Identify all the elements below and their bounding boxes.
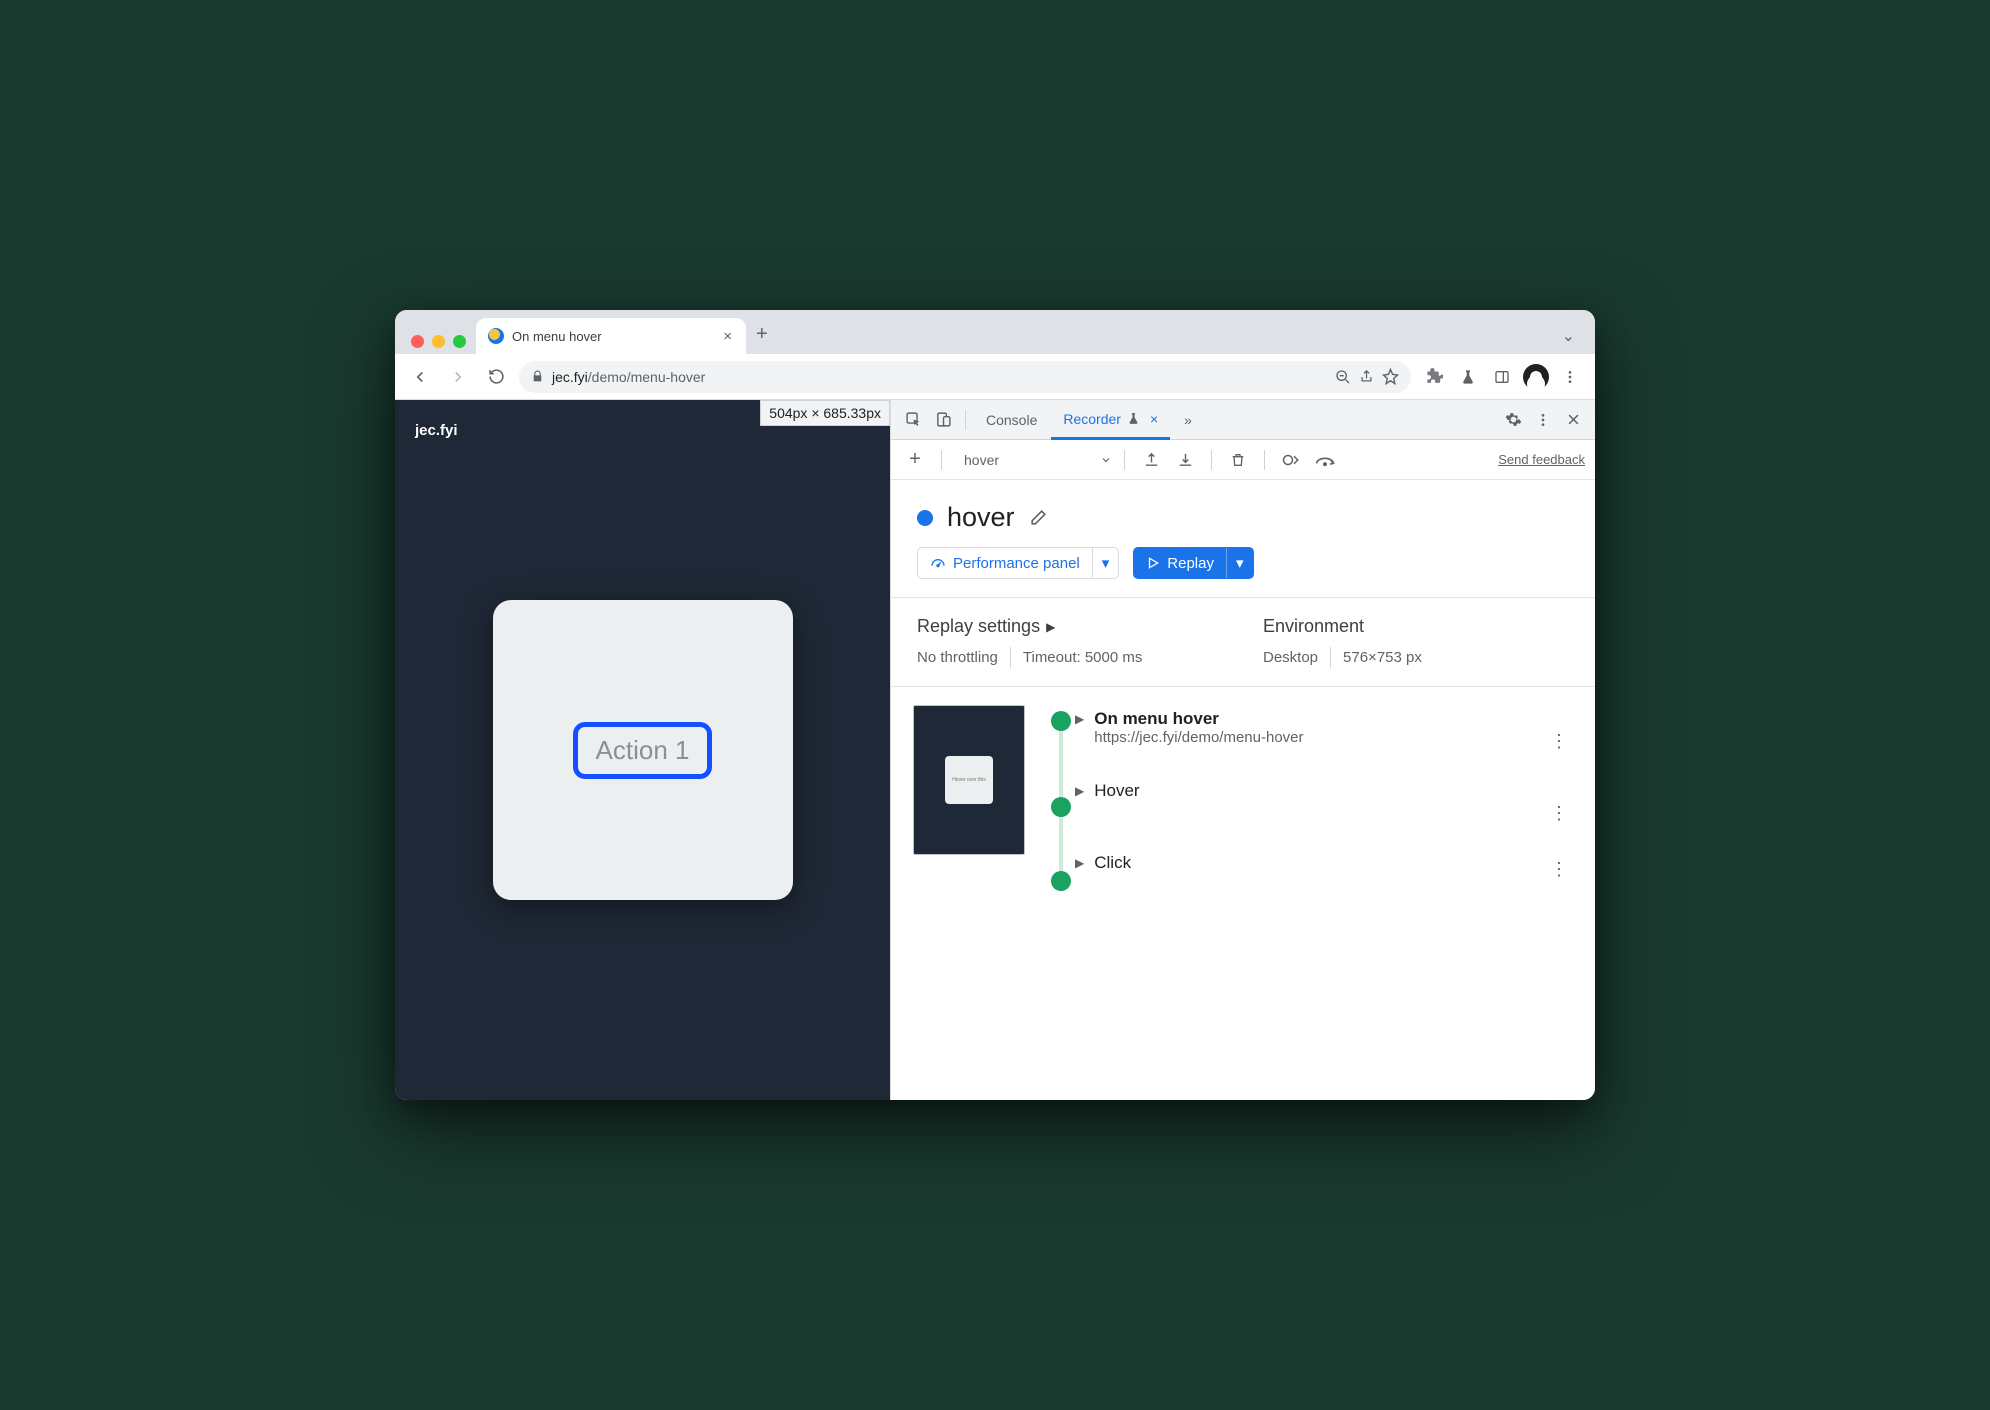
send-feedback-link[interactable]: Send feedback xyxy=(1498,452,1585,467)
close-devtools-icon[interactable] xyxy=(1559,406,1587,434)
caret-right-icon: ▶ xyxy=(1075,784,1084,798)
sidepanel-button[interactable] xyxy=(1487,362,1517,392)
step-menu-button[interactable]: ⋮ xyxy=(1544,803,1573,824)
performance-dropdown[interactable]: ▾ xyxy=(1092,548,1119,578)
settings-icon[interactable] xyxy=(1499,406,1527,434)
step-menu-button[interactable]: ⋮ xyxy=(1544,859,1573,880)
kebab-icon[interactable] xyxy=(1529,406,1557,434)
flask-icon xyxy=(1127,412,1140,425)
step-item[interactable]: ▶ Hover ⋮ xyxy=(1075,777,1573,849)
step-play-icon[interactable] xyxy=(1277,446,1305,474)
browser-window: On menu hover × + ⌄ jec.fyi/demo/menu-ho… xyxy=(395,310,1595,1100)
device-value: Desktop xyxy=(1263,647,1331,668)
browser-tab[interactable]: On menu hover × xyxy=(476,318,746,354)
caret-right-icon: ▶ xyxy=(1046,620,1055,634)
fullscreen-window-button[interactable] xyxy=(453,335,466,348)
timeline-node xyxy=(1051,871,1071,891)
toolbar: jec.fyi/demo/menu-hover xyxy=(395,354,1595,400)
recording-selector[interactable]: hover xyxy=(954,452,1094,468)
inspect-icon[interactable] xyxy=(899,406,927,434)
environment-heading: Environment xyxy=(1263,616,1569,637)
page-viewport: jec.fyi 504px × 685.33px Action 1 xyxy=(395,400,890,1100)
close-tab-button[interactable]: × xyxy=(719,326,736,347)
close-panel-icon[interactable]: × xyxy=(1150,411,1158,427)
devtools-tabs: Console Recorder × » xyxy=(891,400,1595,440)
page-brand: jec.fyi xyxy=(415,422,458,439)
replay-dropdown[interactable]: ▾ xyxy=(1226,548,1253,578)
lock-icon xyxy=(531,370,544,383)
play-icon xyxy=(1146,556,1160,570)
tab-strip: On menu hover × + ⌄ xyxy=(395,310,1595,354)
recorder-body: hover Performance panel ▾ Re xyxy=(891,480,1595,1100)
avatar-icon xyxy=(1523,364,1549,390)
export-icon[interactable] xyxy=(1137,446,1165,474)
recording-title-row: hover xyxy=(891,480,1595,547)
recorder-toolbar: + hover Send feedback xyxy=(891,440,1595,480)
step-item[interactable]: ▶ Click ⋮ xyxy=(1075,849,1573,889)
extensions-button[interactable] xyxy=(1419,362,1449,392)
demo-card: Action 1 xyxy=(493,600,793,900)
chevron-down-icon[interactable] xyxy=(1100,454,1112,466)
status-dot-icon xyxy=(917,510,933,526)
devtools-panel: Console Recorder × » xyxy=(890,400,1595,1100)
tab-title: On menu hover xyxy=(512,329,602,344)
steps-section: Hover over this ▶ On menu hover https://… xyxy=(891,687,1595,907)
profile-button[interactable] xyxy=(1521,362,1551,392)
chrome-menu-button[interactable] xyxy=(1555,362,1585,392)
tab-overflow-button[interactable]: ⌄ xyxy=(1552,322,1585,354)
address-bar[interactable]: jec.fyi/demo/menu-hover xyxy=(519,361,1411,393)
import-icon[interactable] xyxy=(1171,446,1199,474)
minimize-window-button[interactable] xyxy=(432,335,445,348)
add-recording-button[interactable]: + xyxy=(901,446,929,474)
replay-button[interactable]: Replay ▾ xyxy=(1133,547,1253,579)
star-icon[interactable] xyxy=(1382,368,1399,385)
step-over-icon[interactable] xyxy=(1311,446,1339,474)
device-toggle-icon[interactable] xyxy=(929,406,957,434)
caret-right-icon: ▶ xyxy=(1075,712,1084,726)
step-title: Click xyxy=(1094,853,1534,873)
performance-panel-button[interactable]: Performance panel ▾ xyxy=(917,547,1119,579)
step-menu-button[interactable]: ⋮ xyxy=(1544,731,1573,752)
step-title: Hover xyxy=(1094,781,1534,801)
tab-console[interactable]: Console xyxy=(974,400,1049,439)
tab-recorder[interactable]: Recorder × xyxy=(1051,401,1170,440)
throttling-value[interactable]: No throttling xyxy=(917,647,1011,668)
steps-timeline: ▶ On menu hover https://jec.fyi/demo/men… xyxy=(1049,705,1573,889)
viewport-value: 576×753 px xyxy=(1331,647,1434,668)
gauge-icon xyxy=(930,555,946,571)
timeline-node xyxy=(1051,711,1071,731)
delete-icon[interactable] xyxy=(1224,446,1252,474)
tab-more[interactable]: » xyxy=(1172,400,1204,439)
zoom-icon[interactable] xyxy=(1335,369,1351,385)
replay-settings-heading[interactable]: Replay settings ▶ xyxy=(917,616,1223,637)
step-item[interactable]: ▶ On menu hover https://jec.fyi/demo/men… xyxy=(1075,705,1573,777)
tab-favicon xyxy=(488,328,504,344)
timeout-value[interactable]: Timeout: 5000 ms xyxy=(1011,647,1155,668)
action-button[interactable]: Action 1 xyxy=(573,722,713,779)
dimensions-tooltip: 504px × 685.33px xyxy=(760,400,890,426)
toolbar-actions xyxy=(1419,362,1585,392)
new-tab-button[interactable]: + xyxy=(746,319,778,354)
forward-button[interactable] xyxy=(443,362,473,392)
recorder-actions: Performance panel ▾ Replay ▾ xyxy=(891,547,1595,597)
timeline-node xyxy=(1051,797,1071,817)
back-button[interactable] xyxy=(405,362,435,392)
caret-right-icon: ▶ xyxy=(1075,856,1084,870)
share-icon[interactable] xyxy=(1359,369,1374,384)
labs-button[interactable] xyxy=(1453,362,1483,392)
close-window-button[interactable] xyxy=(411,335,424,348)
screenshot-thumbnail: Hover over this xyxy=(913,705,1025,855)
replay-settings: Replay settings ▶ No throttling Timeout:… xyxy=(891,597,1595,687)
reload-button[interactable] xyxy=(481,362,511,392)
thumbnail-card: Hover over this xyxy=(945,756,993,804)
step-title: On menu hover xyxy=(1094,709,1534,729)
content-area: jec.fyi 504px × 685.33px Action 1 Consol… xyxy=(395,400,1595,1100)
window-traffic-lights xyxy=(407,335,476,354)
url-text: jec.fyi/demo/menu-hover xyxy=(552,369,1327,385)
step-subtitle: https://jec.fyi/demo/menu-hover xyxy=(1094,729,1534,746)
recording-title: hover xyxy=(947,502,1015,533)
edit-icon[interactable] xyxy=(1029,508,1048,527)
